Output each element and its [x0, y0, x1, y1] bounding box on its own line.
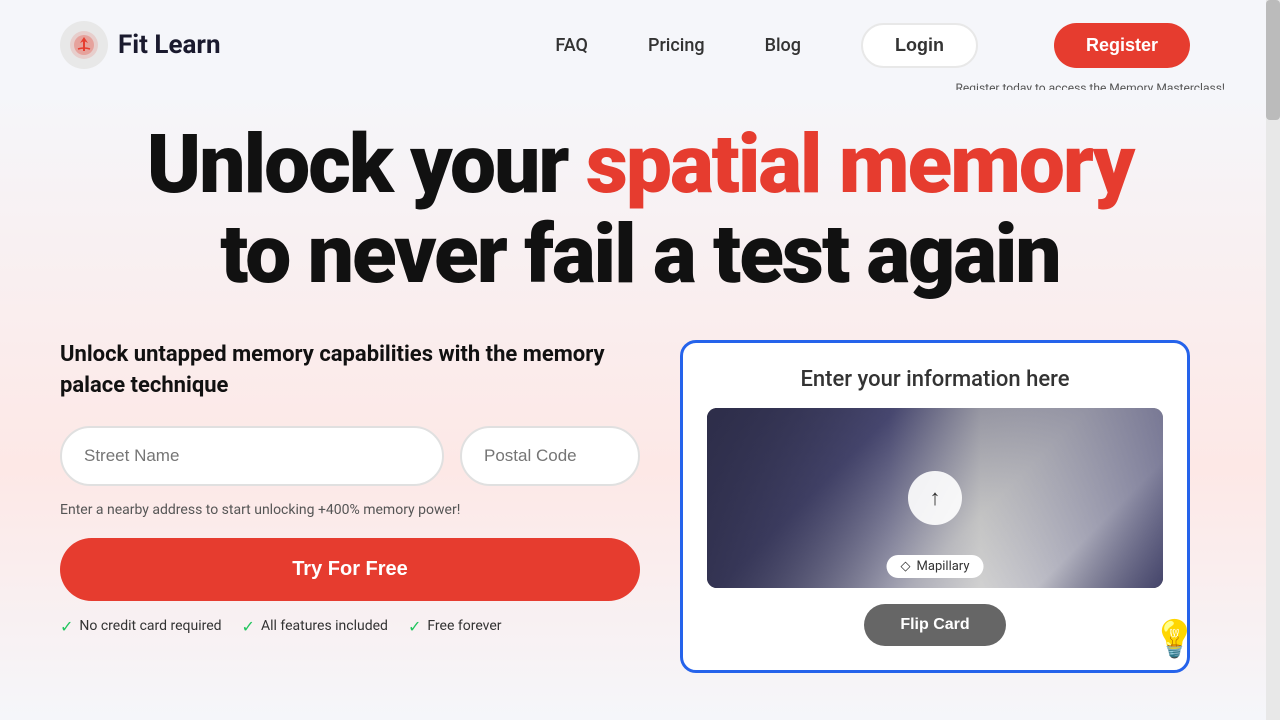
feature-label-3: Free forever [427, 618, 501, 634]
hero-section: Unlock your spatial memory to never fail… [0, 90, 1280, 720]
nav-blog[interactable]: Blog [765, 35, 801, 56]
feature-label-2: All features included [261, 618, 388, 634]
logo-icon [60, 21, 108, 69]
upload-button[interactable]: ↑ [908, 471, 962, 525]
logo-text: Fit Learn [118, 30, 221, 60]
bottom-area: Unlock untapped memory capabilities with… [60, 340, 1220, 673]
scrollbar[interactable] [1266, 0, 1280, 720]
mapillary-label: Mapillary [917, 559, 970, 574]
check-icon-1: ✓ [60, 617, 73, 636]
card-title: Enter your information here [707, 367, 1163, 392]
features-row: ✓ No credit card required ✓ All features… [60, 617, 640, 636]
try-for-free-button[interactable]: Try For Free [60, 538, 640, 601]
hero-heading-highlight: spatial memory [586, 117, 1133, 213]
logo[interactable]: Fit Learn [60, 21, 221, 69]
nav-pricing[interactable]: Pricing [648, 35, 705, 56]
mapillary-badge: ◇ Mapillary [887, 555, 984, 578]
lightbulb-icon: 💡 [1152, 618, 1197, 660]
feature-free-forever: ✓ Free forever [408, 617, 502, 636]
navbar: Fit Learn FAQ Pricing Blog Login Registe… [0, 0, 1280, 90]
left-panel: Unlock untapped memory capabilities with… [60, 340, 640, 636]
postal-input[interactable] [460, 426, 640, 486]
hero-heading-normal: Unlock your [147, 117, 586, 213]
upload-icon: ↑ [930, 485, 941, 511]
street-input[interactable] [60, 426, 444, 486]
feature-label-1: No credit card required [79, 618, 221, 634]
right-panel: Enter your information here ↑ ◇ Mapillar… [680, 340, 1190, 673]
flip-card-button[interactable]: Flip Card [864, 604, 1005, 646]
register-button[interactable]: Register [1054, 23, 1190, 68]
hero-heading: Unlock your spatial memory to never fail… [60, 120, 1220, 300]
left-panel-subtitle: Unlock untapped memory capabilities with… [60, 340, 640, 402]
helper-text: Enter a nearby address to start unlockin… [60, 502, 640, 518]
hero-heading-line2: to never fail a test again [220, 207, 1059, 303]
check-icon-3: ✓ [408, 617, 421, 636]
feature-no-cc: ✓ No credit card required [60, 617, 222, 636]
feature-all-features: ✓ All features included [242, 617, 388, 636]
check-icon-2: ✓ [242, 617, 255, 636]
nav-links: FAQ Pricing Blog Login Register [555, 23, 1190, 68]
scrollbar-thumb[interactable] [1266, 0, 1280, 120]
login-button[interactable]: Login [861, 23, 978, 68]
nav-faq[interactable]: FAQ [555, 35, 588, 56]
mapillary-icon: ◇ [901, 559, 911, 574]
input-row [60, 426, 640, 486]
map-image: ↑ ◇ Mapillary [707, 408, 1163, 588]
